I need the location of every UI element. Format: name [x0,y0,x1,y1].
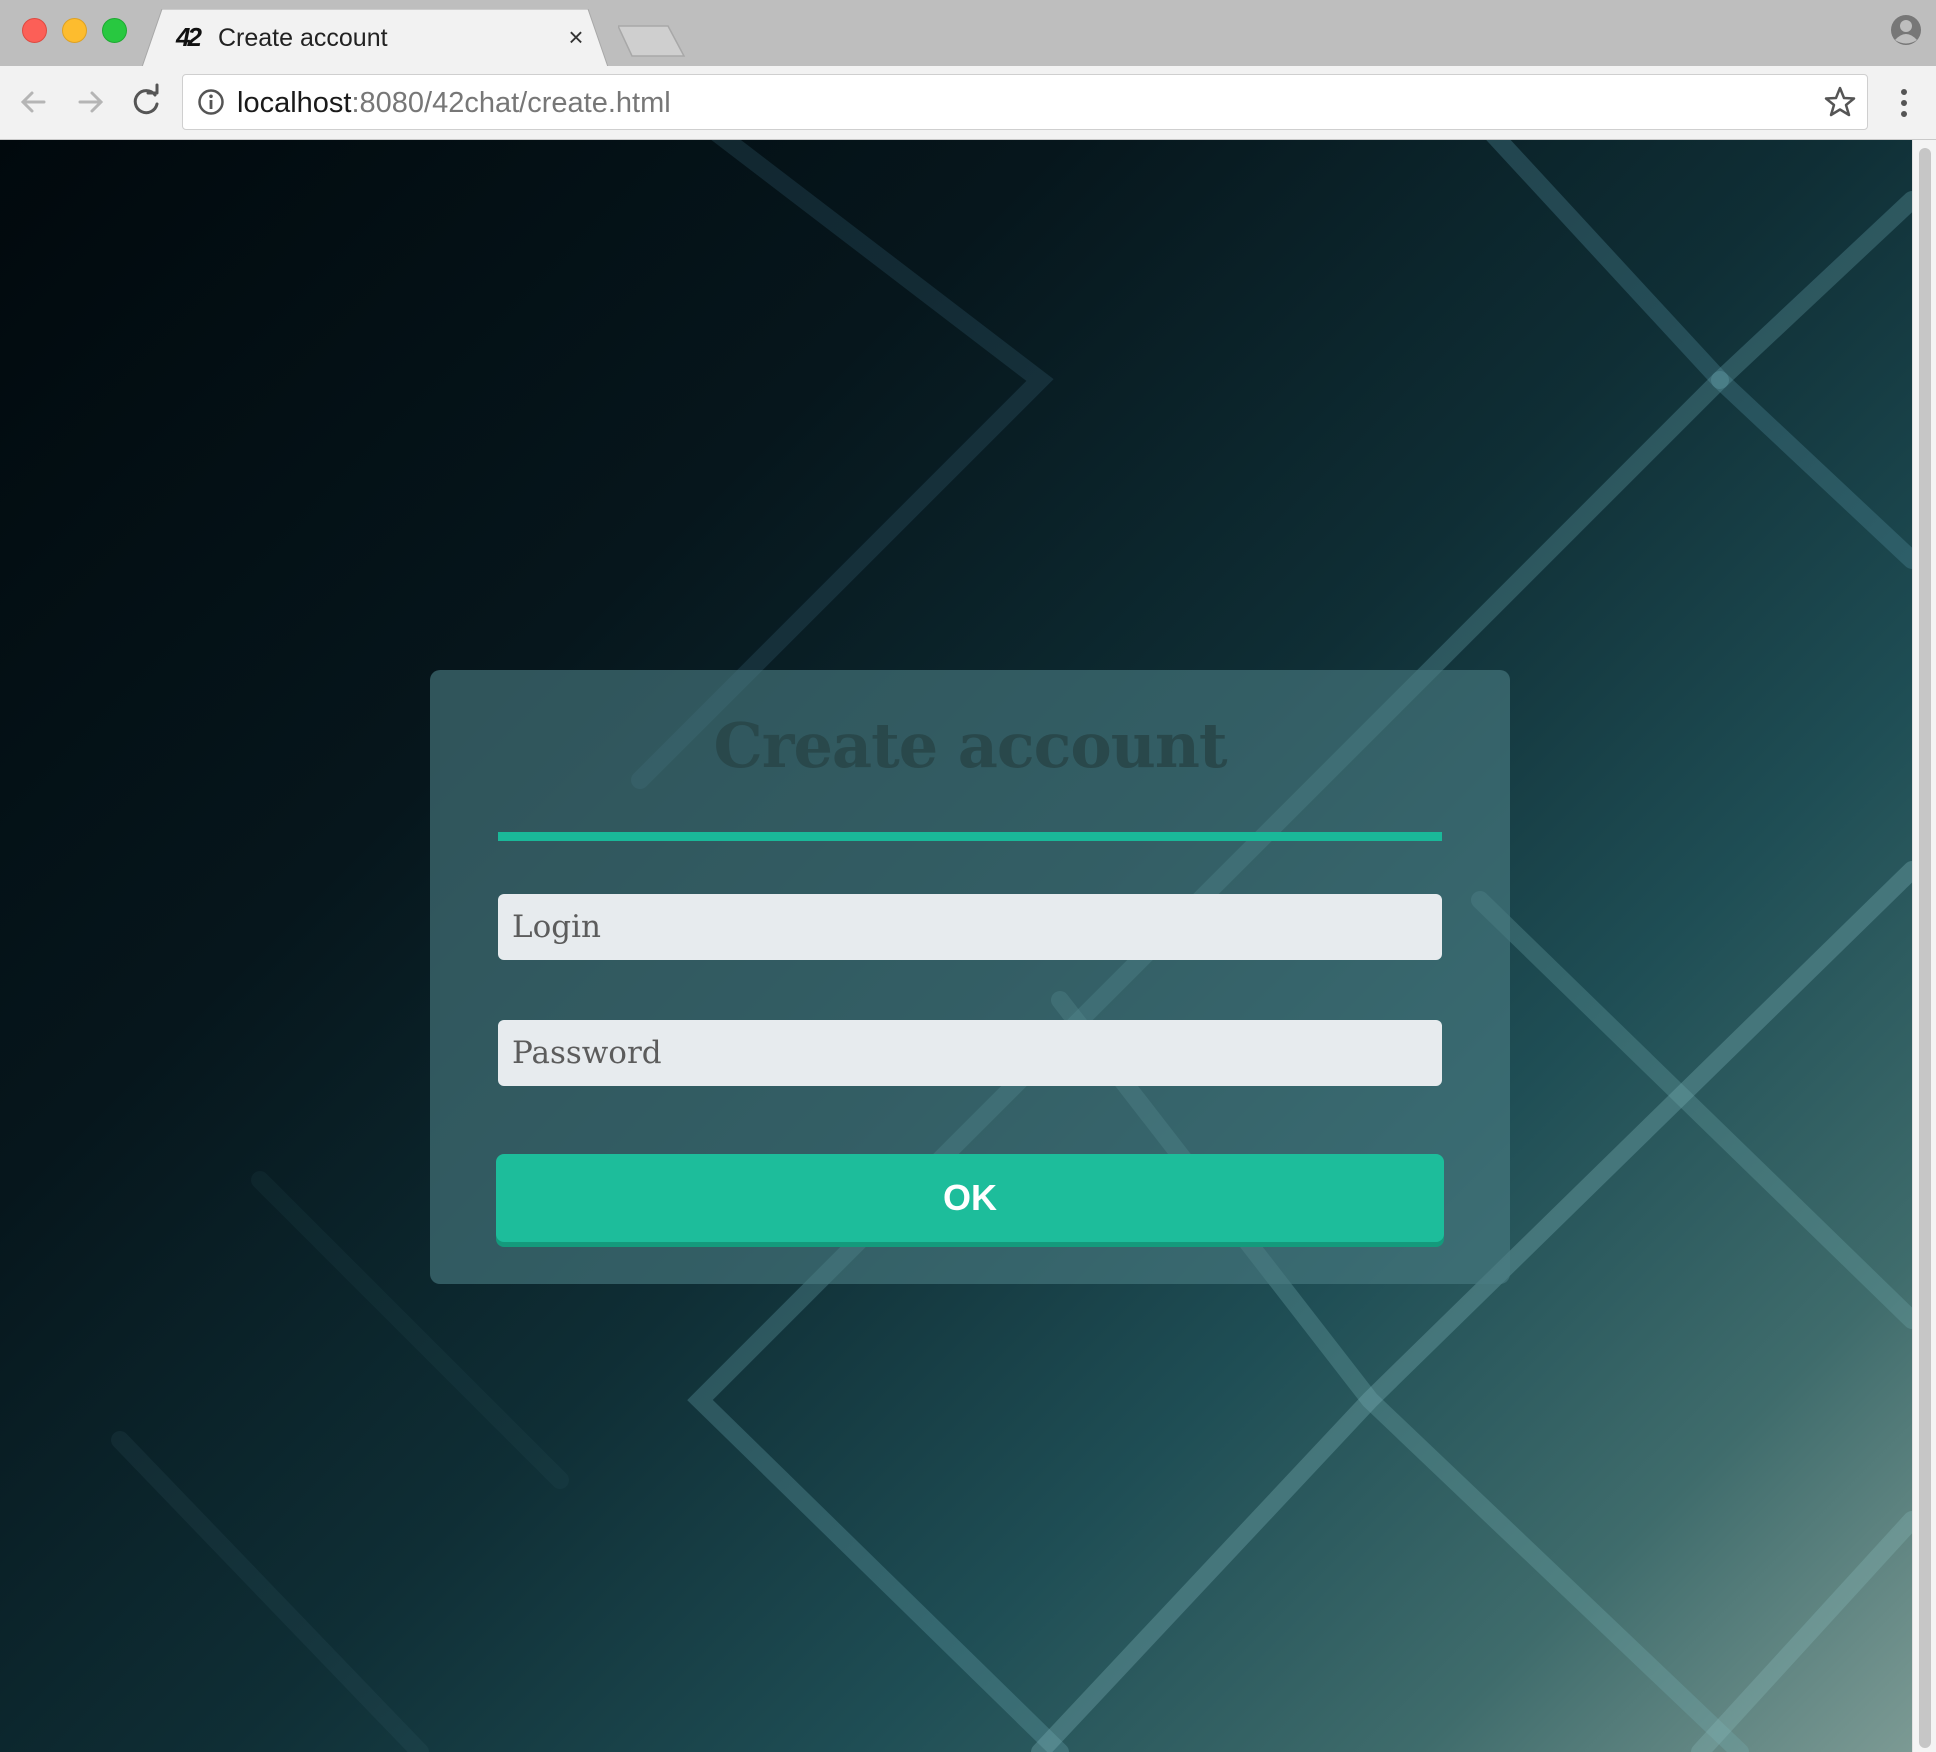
browser-chrome: 42 Create account × localhost:8080/42cha… [0,0,1936,140]
tab-strip: 42 Create account × [0,0,1936,67]
reload-icon[interactable] [124,80,168,124]
url-text[interactable]: localhost:8080/42chat/create.html [237,86,671,120]
ok-button[interactable]: OK [496,1154,1444,1242]
favicon-42-icon: 42 [176,22,202,52]
profile-icon[interactable] [1890,14,1922,46]
password-input[interactable] [498,1020,1442,1086]
kebab-menu-icon[interactable] [1890,86,1918,120]
url-path: :8080/42chat/create.html [351,87,671,119]
scrollbar-thumb[interactable] [1919,148,1931,1748]
title-divider [498,832,1442,841]
info-icon[interactable] [197,88,225,116]
new-tab-button[interactable] [618,24,688,58]
tab-create-account[interactable]: 42 Create account × [142,9,608,67]
window-minimize-button[interactable] [62,18,87,43]
create-account-card: Create account OK [430,670,1510,1284]
star-icon[interactable] [1823,85,1857,119]
login-input[interactable] [498,894,1442,960]
page-viewport: Create account OK [0,140,1912,1752]
window-close-button[interactable] [22,18,47,43]
tab-close-icon[interactable]: × [562,23,590,51]
url-host: localhost [237,87,352,119]
tab-title: Create account [218,24,388,52]
forward-arrow-icon[interactable] [68,80,112,124]
window-maximize-button[interactable] [102,18,127,43]
address-bar[interactable]: localhost:8080/42chat/create.html [182,74,1868,130]
page-title: Create account [713,709,1227,782]
page-scrollbar[interactable] [1912,140,1936,1752]
browser-toolbar: localhost:8080/42chat/create.html [0,66,1936,140]
back-arrow-icon[interactable] [12,80,56,124]
